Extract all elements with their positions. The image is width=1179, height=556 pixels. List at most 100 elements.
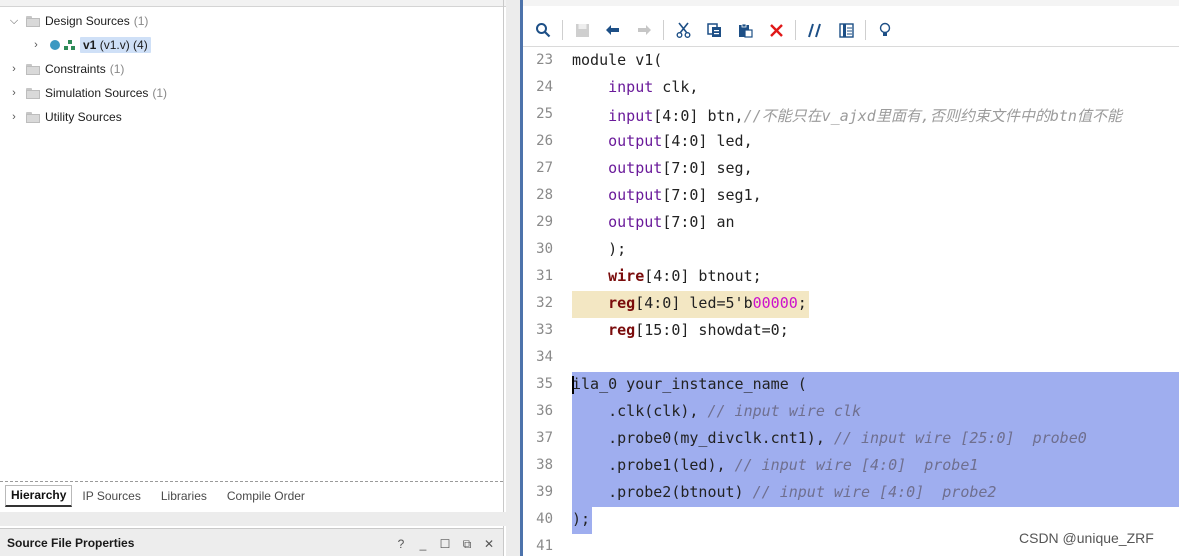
code-text: wire[4:0] btnout; <box>572 267 762 285</box>
line-number: 31 <box>536 268 553 284</box>
code-line[interactable]: 33 reg[15:0] showdat=0; <box>523 318 1179 345</box>
code-token: input <box>608 107 654 125</box>
line-number: 23 <box>536 52 553 68</box>
panel-gap <box>0 512 506 526</box>
code-line[interactable]: 25 input[4:0] btn,//不能只在v_ajxd里面有,否则约束文件… <box>523 102 1179 129</box>
code-token: [7:0] seg1, <box>662 186 762 204</box>
copy-icon[interactable] <box>700 17 728 43</box>
help-icon[interactable]: ? <box>395 537 407 552</box>
code-token: [15:0] showdat=0; <box>635 321 789 339</box>
tree-item-selection[interactable]: v1 (v1.v) (4) <box>80 37 151 53</box>
code-line[interactable]: 27 output[7:0] seg, <box>523 156 1179 183</box>
undo-icon[interactable] <box>599 17 627 43</box>
code-text: ); <box>572 240 626 258</box>
save-icon[interactable] <box>568 17 596 43</box>
folder-icon <box>26 63 40 75</box>
tab-libraries[interactable]: Libraries <box>151 486 217 506</box>
splitter[interactable] <box>506 0 520 556</box>
float-icon[interactable]: ⧉ <box>461 537 473 552</box>
tab-ip-sources[interactable]: IP Sources <box>72 486 150 506</box>
redo-icon[interactable] <box>630 17 658 43</box>
line-number: 30 <box>536 241 553 257</box>
code-text: .probe2(btnout) // input wire [4:0] prob… <box>572 483 996 501</box>
tree-item-count: (1) <box>133 14 149 28</box>
chevron-right-icon[interactable]: › <box>8 87 20 99</box>
code-editor[interactable]: 23 module v1(24 input clk, 25 input[4:0] b… <box>520 0 1179 556</box>
line-number: 39 <box>536 484 553 500</box>
tree-item-design-sources[interactable]: ⌵ Design Sources (1) <box>8 11 149 31</box>
code-text: module v1( <box>572 51 662 69</box>
code-token: // input wire [25:0] probe0 <box>833 429 1087 447</box>
chevron-right-icon[interactable]: › <box>8 63 20 75</box>
code-line[interactable]: 31 wire[4:0] btnout; <box>523 264 1179 291</box>
tree-item-detail: (v1.v) (4) <box>99 38 148 52</box>
maximize-icon[interactable]: ☐ <box>439 537 451 552</box>
code-text: .probe1(led), // input wire [4:0] probe1 <box>572 456 978 474</box>
delete-icon[interactable] <box>762 17 790 43</box>
tree-item-label: v1 <box>83 38 97 52</box>
close-icon[interactable]: ✕ <box>483 537 495 552</box>
code-line[interactable]: 24 input clk, <box>523 75 1179 102</box>
code-token: [4:0] led, <box>662 132 753 150</box>
code-line[interactable]: 26 output[4:0] led, <box>523 129 1179 156</box>
panel-controls: ? _ ☐ ⧉ ✕ <box>395 537 495 552</box>
code-token: //不能只在v_ajxd里面有,否则约束文件中的btn值不能 <box>743 107 1122 125</box>
code-line[interactable]: 28 output[7:0] seg1, <box>523 183 1179 210</box>
toolbar-divider <box>523 46 1179 47</box>
tab-compile-order[interactable]: Compile Order <box>217 486 315 506</box>
code-token: [7:0] seg, <box>662 159 753 177</box>
tree-item-count: (1) <box>109 62 125 76</box>
chevron-right-icon[interactable]: › <box>30 39 42 51</box>
minimize-icon[interactable]: _ <box>417 537 429 552</box>
tree-item-label: Constraints <box>45 62 106 76</box>
tree-item-utility-sources[interactable]: › Utility Sources <box>8 107 122 127</box>
code-line[interactable]: 34 <box>523 345 1179 372</box>
search-icon[interactable] <box>529 17 557 43</box>
line-number: 33 <box>536 322 553 338</box>
code-text: .clk(clk), // input wire clk <box>572 402 861 420</box>
code-line[interactable]: 38 .probe1(led), // input wire [4:0] pro… <box>523 453 1179 480</box>
code-line[interactable]: 23 module v1( <box>523 48 1179 75</box>
code-token: [4:0] btnout; <box>644 267 762 285</box>
folder-icon <box>26 15 40 27</box>
code-token: .probe1(led), <box>572 456 735 474</box>
sources-panel: ⌵ Design Sources (1) › v1 (v1.v) (4) › C… <box>0 0 506 556</box>
code-line[interactable]: 36 .clk(clk), // input wire clk <box>523 399 1179 426</box>
tree-item-simulation-sources[interactable]: › Simulation Sources (1) <box>8 83 167 103</box>
code-text: ila_0 your_instance_name ( <box>572 375 807 393</box>
tab-hierarchy[interactable]: Hierarchy <box>5 485 73 507</box>
properties-title: Source File Properties <box>7 536 135 550</box>
column-icon[interactable] <box>832 17 860 43</box>
line-number: 25 <box>536 106 553 122</box>
cut-icon[interactable] <box>669 17 697 43</box>
code-token: .probe2(btnout) <box>572 483 753 501</box>
code-text: .probe0(my_divclk.cnt1), // input wire [… <box>572 429 1087 447</box>
tree-item-v1[interactable]: › v1 (v1.v) (4) <box>30 35 151 55</box>
comment-icon[interactable] <box>801 17 829 43</box>
code-line[interactable]: 32 reg[4:0] led=5'b00000; <box>523 291 1179 318</box>
chevron-down-icon[interactable]: ⌵ <box>8 15 20 28</box>
paste-icon[interactable] <box>731 17 759 43</box>
code-token: output <box>608 132 663 150</box>
tree-item-constraints[interactable]: › Constraints (1) <box>8 59 124 79</box>
code-line[interactable]: 29 output[7:0] an <box>523 210 1179 237</box>
tree-item-count: (1) <box>152 86 168 100</box>
code-token: // input wire [4:0] probe2 <box>752 483 997 501</box>
chevron-right-icon[interactable]: › <box>8 111 20 123</box>
code-token: [7:0] an <box>662 213 735 231</box>
code-token: ); <box>572 510 591 528</box>
code-text: output[4:0] led, <box>572 132 753 150</box>
bulb-icon[interactable] <box>871 17 899 43</box>
code-line[interactable]: 39 .probe2(btnout) // input wire [4:0] p… <box>523 480 1179 507</box>
code-line[interactable]: 35 ila_0 your_instance_name ( <box>523 372 1179 399</box>
code-token: clk, <box>653 78 699 96</box>
folder-icon <box>26 111 40 123</box>
code-line[interactable]: 30 ); <box>523 237 1179 264</box>
code-token: 00000 <box>752 294 798 312</box>
code-token: output <box>608 213 663 231</box>
code-line[interactable]: 37 .probe0(my_divclk.cnt1), // input wir… <box>523 426 1179 453</box>
